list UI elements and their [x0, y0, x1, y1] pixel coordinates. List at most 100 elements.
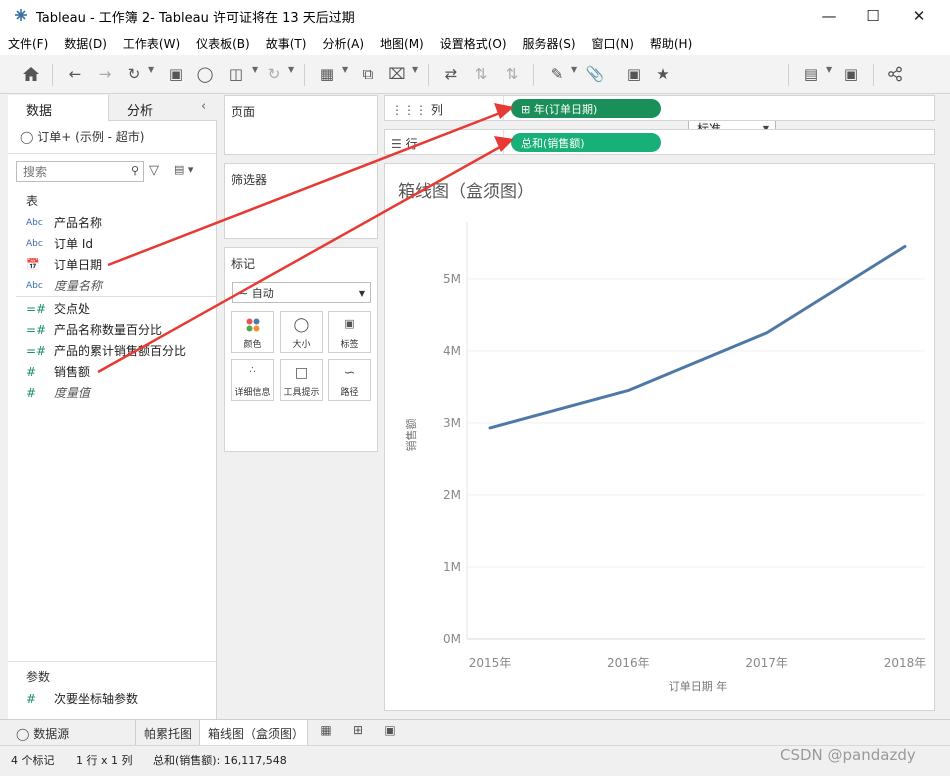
datasource-label: 订单+ (示例 - 超市) — [37, 130, 145, 144]
x-tick-label: 2017年 — [745, 656, 788, 670]
tab-datasource-label: 数据源 — [33, 727, 70, 741]
menu-dashboard[interactable]: 仪表板(B) — [196, 35, 250, 52]
filters-card[interactable]: 筛选器 — [224, 163, 378, 239]
show-me-icon[interactable]: ▤ — [799, 62, 823, 86]
toolbar-separator — [873, 64, 874, 86]
swap-icon[interactable]: ⇄ — [439, 62, 463, 86]
new-datasource-icon[interactable]: ◯ — [193, 62, 217, 86]
filters-card-title: 筛选器 — [231, 173, 268, 187]
redo-icon[interactable]: → — [93, 62, 117, 86]
field-product-name[interactable]: Abc 产品名称 — [26, 212, 102, 233]
save-icon[interactable]: ▣ — [164, 62, 188, 86]
field-secondary-axis-param[interactable]: # 次要坐标轴参数 — [26, 688, 138, 709]
size-icon: ◯ — [293, 317, 310, 333]
y-tick-label: 0M — [443, 632, 461, 646]
divider — [8, 661, 216, 662]
color-label: 颜色 — [243, 340, 262, 350]
size-label: 大小 — [292, 340, 311, 350]
detail-button[interactable]: ∴ 详细信息 — [231, 359, 274, 401]
clear-sheet-icon[interactable]: ⌧ — [385, 62, 409, 86]
maximize-button[interactable]: ☐ — [850, 0, 896, 31]
home-icon[interactable] — [19, 62, 43, 86]
tab-data[interactable]: 数据 — [8, 95, 108, 121]
pages-card[interactable]: 页面 — [224, 95, 378, 155]
field-label: 度量值 — [54, 386, 91, 400]
menu-story[interactable]: 故事(T) — [266, 35, 307, 52]
y-tick-label: 4M — [443, 344, 461, 358]
collapse-pane-icon[interactable]: ‹ — [201, 99, 206, 114]
presentation-icon[interactable]: ▣ — [839, 62, 863, 86]
field-measure-names[interactable]: Abc 度量名称 — [26, 275, 102, 296]
label-button[interactable]: ▣ 标签 — [328, 311, 371, 353]
refresh-dropdown-icon[interactable]: ▼ — [288, 65, 294, 74]
tab-datasource[interactable]: ◯ 数据源 — [8, 720, 136, 745]
toolbar-separator — [533, 64, 534, 86]
search-input[interactable] — [17, 162, 117, 181]
replay-dropdown-icon[interactable]: ▼ — [148, 65, 154, 74]
field-label: 订单日期 — [54, 258, 103, 272]
line-chart: 0M 1M 2M 3M 4M 5M 2015年 2016年 2017年 2018年订单日期 年 销售… — [404, 222, 926, 693]
rows-shelf[interactable]: ☰ 行 总和(销售额) — [384, 129, 935, 155]
field-cumulative-sales-pct[interactable]: =# 产品的累计销售额百分比 — [26, 340, 186, 361]
menu-format[interactable]: 设置格式(O) — [440, 35, 507, 52]
field-order-id[interactable]: Abc 订单 Id — [26, 233, 93, 254]
toolbar-separator — [52, 64, 53, 86]
menu-file[interactable]: 文件(F) — [8, 35, 48, 52]
menu-help[interactable]: 帮助(H) — [650, 35, 692, 52]
tab-pareto-sheet[interactable]: 帕累托图 — [136, 720, 200, 745]
tooltip-button[interactable]: □ 工具提示 — [280, 359, 323, 401]
menu-data[interactable]: 数据(D) — [64, 35, 107, 52]
field-order-date[interactable]: 📅 订单日期 — [26, 254, 102, 275]
highlight-dropdown-icon[interactable]: ▼ — [571, 65, 577, 74]
column-pill-year-order-date[interactable]: ⊞ 年(订单日期) — [511, 99, 661, 118]
shelf-divider — [503, 96, 504, 120]
columns-shelf[interactable]: ⋮⋮⋮ 列 ⊞ 年(订单日期) — [384, 95, 935, 121]
replay-icon[interactable]: ↻ — [122, 62, 146, 86]
filter-icon[interactable]: ▽ — [149, 163, 159, 178]
toolbar-separator — [788, 64, 789, 86]
minimize-button[interactable]: — — [806, 0, 852, 31]
show-me-dropdown-icon[interactable]: ▼ — [826, 65, 832, 74]
new-story-icon[interactable]: ▣ — [376, 723, 404, 743]
tab-boxplot-sheet[interactable]: 箱线图（盒须图） — [200, 720, 308, 745]
field-product-count-pct[interactable]: =# 产品名称数量百分比 — [26, 319, 162, 340]
mark-type-select[interactable]: ∼ 自动 ▼ — [232, 282, 371, 303]
fix-axes-icon[interactable]: ★ — [651, 62, 675, 86]
view-options-icon[interactable]: ▤ ▾ — [174, 163, 193, 176]
y-tick-label: 1M — [443, 560, 461, 574]
refresh-icon[interactable]: ↻ — [262, 62, 286, 86]
group-icon[interactable]: 📎 — [583, 62, 607, 86]
field-sales[interactable]: # 销售额 — [26, 361, 90, 382]
field-label: 度量名称 — [54, 279, 103, 293]
menu-worksheet[interactable]: 工作表(W) — [123, 35, 180, 52]
duplicate-sheet-icon[interactable]: ⧉ — [356, 62, 380, 86]
row-pill-sum-sales[interactable]: 总和(销售额) — [511, 133, 661, 152]
close-button[interactable]: ✕ — [896, 0, 942, 31]
menu-map[interactable]: 地图(M) — [380, 35, 424, 52]
menu-server[interactable]: 服务器(S) — [523, 35, 576, 52]
path-button[interactable]: ∽ 路径 — [328, 359, 371, 401]
sort-descending-icon[interactable]: ⇅ — [500, 62, 524, 86]
search-box[interactable]: ⚲ — [16, 161, 144, 182]
pause-update-icon[interactable]: ◫ — [224, 62, 248, 86]
new-sheet-dropdown-icon[interactable]: ▼ — [342, 65, 348, 74]
menu-analysis[interactable]: 分析(A) — [322, 35, 364, 52]
clear-dropdown-icon[interactable]: ▼ — [412, 65, 418, 74]
size-button[interactable]: ◯ 大小 — [280, 311, 323, 353]
show-labels-icon[interactable]: ▣ — [622, 62, 646, 86]
color-button[interactable]: 颜色 — [231, 311, 274, 353]
datasource-item[interactable]: ◯ 订单+ (示例 - 超市) — [20, 128, 144, 145]
undo-icon[interactable]: ← — [63, 62, 87, 86]
menu-window[interactable]: 窗口(N) — [592, 35, 634, 52]
field-measure-values[interactable]: # 度量值 — [26, 382, 90, 403]
new-worksheet-icon[interactable]: ▦ — [312, 723, 340, 743]
new-sheet-icon[interactable]: ▦ — [315, 62, 339, 86]
new-dashboard-icon[interactable]: ⊞ — [344, 723, 372, 743]
field-intersection[interactable]: =# 交点处 — [26, 298, 90, 319]
highlight-icon[interactable]: ✎ — [545, 62, 569, 86]
datasource-dropdown-icon[interactable]: ▼ — [252, 65, 258, 74]
line-mark-icon: ∼ — [239, 287, 249, 300]
sort-ascending-icon[interactable]: ⇅ — [469, 62, 493, 86]
share-icon[interactable] — [883, 62, 907, 86]
row-pill-label: 总和(销售额) — [521, 137, 585, 150]
